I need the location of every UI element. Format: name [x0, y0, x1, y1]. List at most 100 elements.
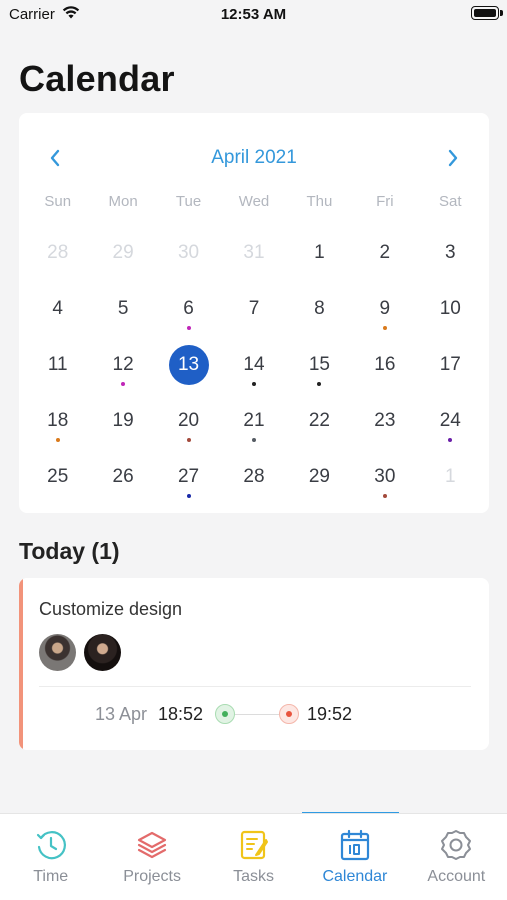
day-number: 28 [243, 466, 265, 487]
calendar-day[interactable]: 22 [287, 393, 352, 449]
tab-tasks[interactable]: Tasks [203, 814, 304, 900]
event-dot-indicator [121, 382, 126, 386]
calendar-day[interactable]: 29 [287, 449, 352, 505]
event-dot-indicator [251, 438, 256, 442]
calendar-day[interactable]: 14 [221, 337, 286, 393]
tab-calendar[interactable]: Calendar [304, 814, 405, 900]
day-number: 1 [444, 466, 456, 487]
day-number: 12 [112, 354, 134, 375]
day-number: 31 [243, 242, 265, 263]
event-divider [39, 686, 471, 687]
day-number: 6 [183, 298, 194, 319]
calendar-day[interactable]: 24 [418, 393, 483, 449]
time-range-line [235, 714, 279, 715]
calendar-day[interactable]: 23 [352, 393, 417, 449]
weekday-label: Mon [108, 193, 138, 210]
calendar-day[interactable]: 16 [352, 337, 417, 393]
calendar-day[interactable]: 4 [25, 281, 90, 337]
tab-account[interactable]: Account [406, 814, 507, 900]
day-number: 22 [308, 410, 330, 431]
tab-label: Tasks [233, 868, 274, 885]
calendar-day[interactable]: 11 [25, 337, 90, 393]
calendar-day[interactable]: 20 [156, 393, 221, 449]
today-heading: Today (1) [19, 538, 120, 564]
calendar-day[interactable]: 9 [352, 281, 417, 337]
event-color-stripe [19, 578, 23, 750]
event-dot-indicator [448, 438, 453, 442]
day-number: 25 [47, 466, 69, 487]
day-number: 19 [112, 410, 134, 431]
calendar-day[interactable]: 12 [90, 337, 155, 393]
calendar-day[interactable]: 27 [156, 449, 221, 505]
notepad-icon [240, 830, 268, 860]
calendar-day[interactable]: 7 [221, 281, 286, 337]
calendar-day-selected[interactable]: 13 [156, 337, 221, 393]
day-number: 8 [314, 298, 325, 319]
event-end-time: 19:52 [307, 704, 353, 724]
event-title: Customize design [39, 599, 183, 619]
day-number: 3 [444, 242, 456, 263]
day-number: 30 [177, 242, 200, 263]
calendar-day[interactable]: 31 [221, 225, 286, 281]
event-dot-indicator [55, 438, 60, 442]
day-number: 30 [374, 466, 396, 487]
calendar-day[interactable]: 1 [287, 225, 352, 281]
layers-icon [138, 831, 167, 859]
day-number: 18 [47, 410, 69, 431]
assignee-avatar[interactable] [39, 634, 76, 671]
event-dot-indicator [317, 382, 322, 386]
day-number: 4 [52, 298, 63, 319]
chevron-right-icon [448, 149, 458, 167]
calendar-day[interactable]: 8 [287, 281, 352, 337]
day-number: 29 [112, 242, 134, 263]
calendar-day[interactable]: 17 [418, 337, 483, 393]
calendar-day[interactable]: 3 [418, 225, 483, 281]
tab-bar: Time Projects Tasks Calendar Account [0, 813, 507, 900]
calendar-card: April 2021 Sun Mon Tue Wed Thu Fri Sat 28 29 30 3… [19, 113, 489, 513]
calendar-day[interactable]: 10 [418, 281, 483, 337]
page-title: Calendar [19, 58, 175, 99]
calendar-day[interactable]: 2 [352, 225, 417, 281]
month-navigation: April 2021 [19, 143, 489, 173]
calendar-day[interactable]: 19 [90, 393, 155, 449]
calendar-day[interactable]: 26 [90, 449, 155, 505]
weekday-header-row: Sun Mon Tue Wed Thu Fri Sat [25, 193, 483, 210]
tab-projects[interactable]: Projects [101, 814, 202, 900]
calendar-day[interactable]: 28 [221, 449, 286, 505]
day-number: 11 [47, 354, 68, 375]
day-number: 1 [314, 242, 325, 263]
calendar-day[interactable]: 28 [25, 225, 90, 281]
day-number: 20 [177, 410, 200, 431]
calendar-day[interactable]: 25 [25, 449, 90, 505]
event-dot-indicator [251, 382, 256, 386]
calendar-day[interactable]: 1 [418, 449, 483, 505]
tab-time[interactable]: Time [0, 814, 101, 900]
calendar-day[interactable]: 21 [221, 393, 286, 449]
event-start-time: 18:52 [158, 704, 204, 724]
day-number: 15 [308, 354, 330, 375]
calendar-day[interactable]: 30 [352, 449, 417, 505]
next-month-button[interactable] [438, 143, 468, 173]
calendar-day[interactable]: 29 [90, 225, 155, 281]
day-number: 13 [168, 345, 209, 385]
calendar-day[interactable]: 30 [156, 225, 221, 281]
day-number: 27 [177, 466, 200, 487]
tab-label: Calendar [322, 868, 388, 885]
calendar-day[interactable]: 15 [287, 337, 352, 393]
event-card[interactable]: Customize design 13 Apr 18:52 19:52 [19, 578, 489, 750]
calendar-day[interactable]: 18 [25, 393, 90, 449]
assignee-avatar[interactable] [84, 634, 121, 671]
battery-icon [471, 6, 503, 20]
day-number: 23 [374, 410, 396, 431]
day-number: 26 [112, 466, 134, 487]
weekday-label: Wed [238, 193, 270, 210]
weekday-label: Tue [175, 193, 202, 210]
day-number: 24 [439, 410, 461, 431]
event-dot-indicator [186, 438, 191, 442]
day-number: 28 [47, 242, 69, 263]
event-dot-indicator [382, 326, 387, 330]
day-number: 2 [379, 242, 391, 263]
calendar-day[interactable]: 5 [90, 281, 155, 337]
calendar-day[interactable]: 6 [156, 281, 221, 337]
event-dot-indicator [186, 494, 191, 498]
